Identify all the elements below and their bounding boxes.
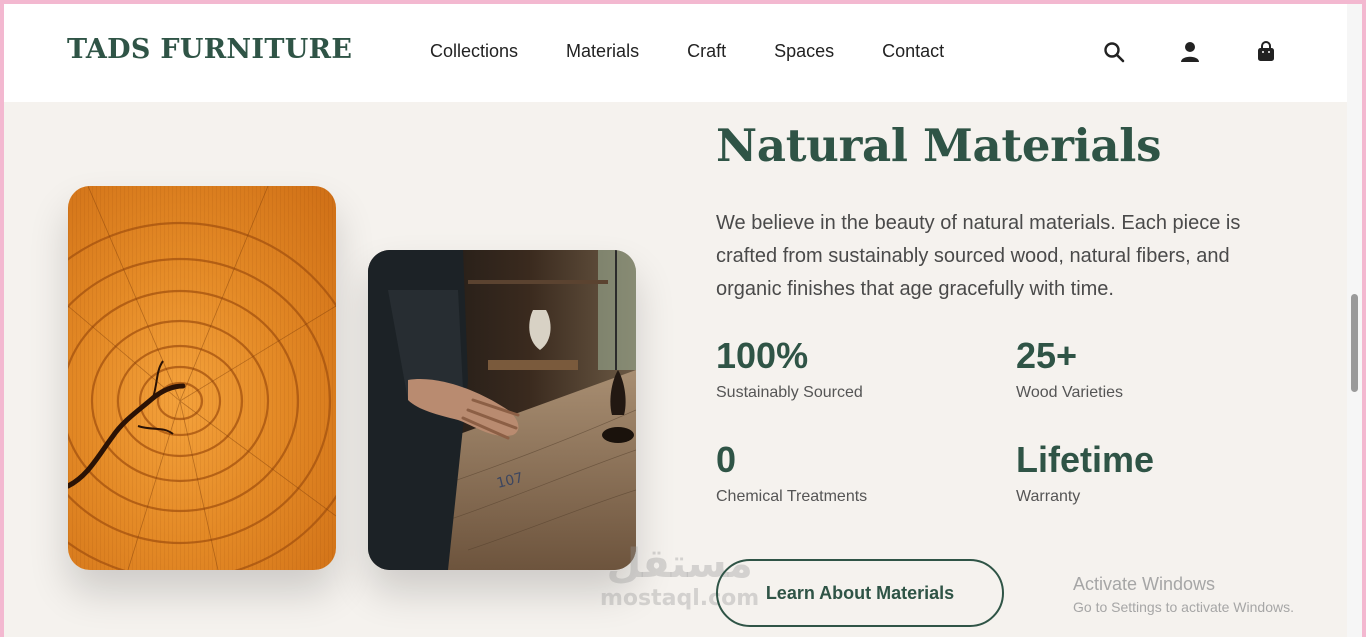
stat-lifetime-warranty: Lifetime Warranty — [1016, 440, 1154, 506]
section-description: We believe in the beauty of natural mate… — [716, 212, 1241, 300]
nav-item-spaces[interactable]: Spaces — [774, 41, 834, 62]
stat-label: Warranty — [1016, 488, 1081, 505]
stat-label: Chemical Treatments — [716, 488, 868, 505]
site-header: TADS FURNITURE Collections Materials Cra… — [4, 4, 1347, 102]
scrollbar-thumb[interactable] — [1351, 294, 1358, 392]
account-icon[interactable] — [1178, 40, 1202, 64]
stat-value: 25+ — [1016, 335, 1078, 376]
stat-label: Wood Varieties — [1016, 384, 1124, 401]
learn-about-materials-button[interactable]: Learn About Materials — [716, 559, 1004, 627]
nav-item-craft[interactable]: Craft — [687, 41, 726, 62]
page-scrollbar[interactable] — [1347, 4, 1362, 637]
main-nav: Collections Materials Craft Spaces Conta… — [430, 41, 944, 62]
activate-subtitle: Go to Settings to activate Windows. — [1073, 599, 1294, 615]
activate-windows-notice: Activate Windows Go to Settings to activ… — [1073, 574, 1294, 615]
search-icon[interactable] — [1102, 40, 1126, 64]
window-edge — [1362, 0, 1366, 637]
brand-logo[interactable]: TADS FURNITURE — [67, 34, 352, 65]
stat-value: 0 — [716, 439, 737, 480]
nav-item-collections[interactable]: Collections — [430, 41, 518, 62]
header-actions — [1102, 40, 1278, 64]
nav-item-materials[interactable]: Materials — [566, 41, 639, 62]
nav-item-contact[interactable]: Contact — [882, 41, 944, 62]
stat-sustainably-sourced: 100% Sustainably Sourced — [716, 336, 863, 402]
stat-value: 100% — [716, 335, 809, 376]
stat-chemical-treatments: 0 Chemical Treatments — [716, 440, 867, 506]
wood-grain-illustration — [68, 186, 336, 570]
stat-label: Sustainably Sourced — [716, 384, 863, 401]
craftsman-illustration: 107 — [368, 250, 636, 570]
stat-wood-varieties: 25+ Wood Varieties — [1016, 336, 1123, 402]
activate-title: Activate Windows — [1073, 574, 1216, 594]
browser-viewport: TADS FURNITURE Collections Materials Cra… — [4, 4, 1347, 637]
craftsman-workshop-image: 107 — [368, 250, 636, 570]
stat-value: Lifetime — [1016, 439, 1155, 480]
section-title: Natural Materials — [716, 119, 1162, 172]
wood-grain-image — [68, 186, 336, 570]
shopping-bag-icon[interactable] — [1254, 40, 1278, 64]
